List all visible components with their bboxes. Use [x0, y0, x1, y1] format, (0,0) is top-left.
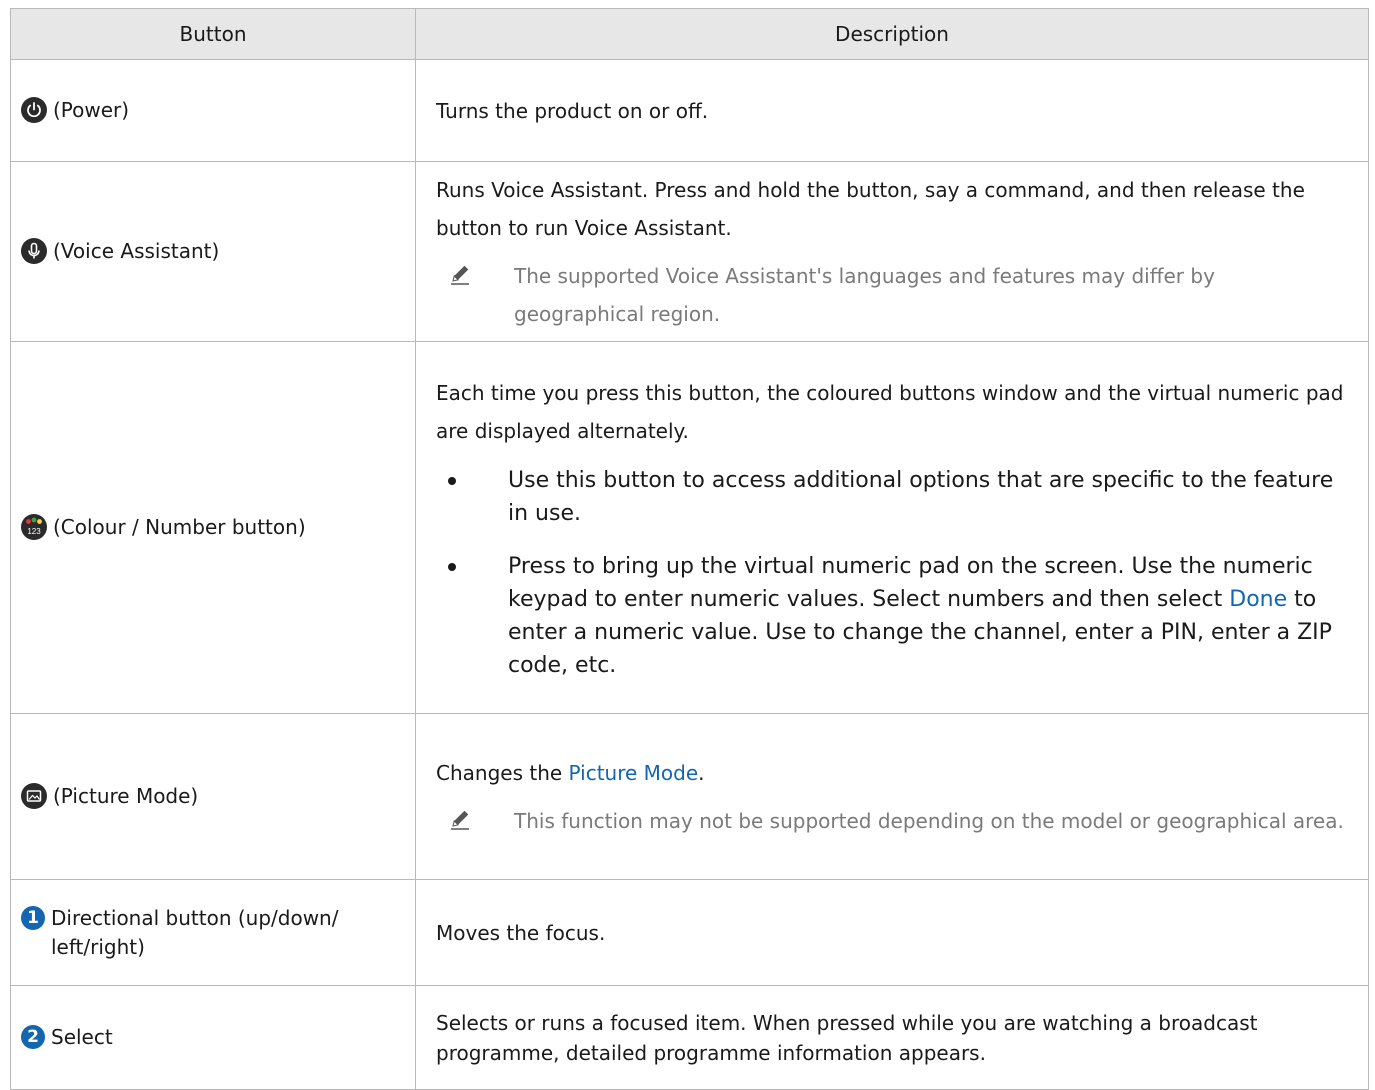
button-cell: 1 Directional button (up/down/ left/righ…	[10, 879, 416, 986]
note: The supported Voice Assistant's language…	[436, 257, 1346, 333]
button-label: (Voice Assistant)	[53, 239, 220, 263]
list-item: Use this button to access additional opt…	[436, 464, 1346, 530]
description-cell: Moves the focus.	[415, 879, 1369, 986]
description-cell: Runs Voice Assistant. Press and hold the…	[415, 161, 1369, 342]
remote-buttons-table: Button Description (Power) Turns the pro…	[10, 8, 1369, 1090]
colour-number-icon: 123	[21, 514, 47, 540]
button-cell: 123 (Colour / Number button)	[10, 341, 416, 714]
note-text: This function may not be supported depen…	[514, 808, 1344, 833]
button-cell: (Picture Mode)	[10, 713, 416, 880]
picture-mode-link: Picture Mode	[568, 760, 699, 785]
button-cell: (Voice Assistant)	[10, 161, 416, 342]
list-item: Press to bring up the virtual numeric pa…	[436, 550, 1346, 682]
bullet-text: Use this button to access additional opt…	[508, 467, 1334, 526]
bullet-text-part: Press to bring up the virtual numeric pa…	[508, 553, 1313, 612]
button-label: (Colour / Number button)	[53, 515, 306, 539]
table-row: (Picture Mode) Changes the Picture Mode.…	[10, 713, 1369, 880]
note-text: The supported Voice Assistant's language…	[514, 263, 1215, 326]
button-label: Select	[51, 1025, 113, 1049]
note: This function may not be supported depen…	[436, 802, 1346, 840]
number-badge-2: 2	[21, 1025, 45, 1049]
power-icon	[21, 97, 47, 123]
table-header-row: Button Description	[10, 8, 1369, 60]
bullet-text: Press to bring up the virtual numeric pa…	[508, 550, 1346, 682]
pencil-icon	[448, 806, 474, 832]
table-row: (Voice Assistant) Runs Voice Assistant. …	[10, 161, 1369, 342]
table-row: (Power) Turns the product on or off.	[10, 59, 1369, 162]
table-row: 1 Directional button (up/down/ left/righ…	[10, 879, 1369, 986]
microphone-icon	[21, 238, 47, 264]
button-cell: (Power)	[10, 59, 416, 162]
button-label: (Power)	[53, 98, 130, 122]
bullet-list: Use this button to access additional opt…	[436, 464, 1346, 682]
bullet-dot	[448, 562, 456, 571]
svg-text:123: 123	[27, 527, 41, 536]
pencil-icon	[448, 261, 474, 287]
header-description: Description	[415, 8, 1369, 60]
button-label: (Picture Mode)	[53, 784, 199, 808]
table-row: 123 (Colour / Number button) Each time y…	[10, 341, 1369, 714]
description-part: Changes the	[436, 760, 569, 785]
header-button: Button	[10, 8, 416, 60]
description-text: Changes the Picture Mode.	[436, 754, 1346, 792]
description-cell: Changes the Picture Mode. This function …	[415, 713, 1369, 880]
description-cell: Turns the product on or off.	[415, 59, 1369, 162]
done-link: Done	[1229, 586, 1288, 612]
picture-mode-icon	[21, 783, 47, 809]
button-label: Directional button (up/down/ left/right)	[51, 905, 339, 959]
description-text: Turns the product on or off.	[436, 98, 709, 123]
description-text: Each time you press this button, the col…	[436, 380, 1344, 443]
description-part: .	[698, 760, 705, 785]
number-badge-1: 1	[21, 905, 45, 930]
description-cell: Selects or runs a focused item. When pre…	[415, 985, 1369, 1090]
description-cell: Each time you press this button, the col…	[415, 341, 1369, 714]
description-text: Runs Voice Assistant. Press and hold the…	[436, 177, 1305, 240]
description-text: Moves the focus.	[436, 920, 606, 945]
table-row: 2 Select Selects or runs a focused item.…	[10, 985, 1369, 1090]
description-text: Selects or runs a focused item. When pre…	[436, 1010, 1258, 1065]
bullet-dot	[448, 476, 456, 485]
button-cell: 2 Select	[10, 985, 416, 1090]
